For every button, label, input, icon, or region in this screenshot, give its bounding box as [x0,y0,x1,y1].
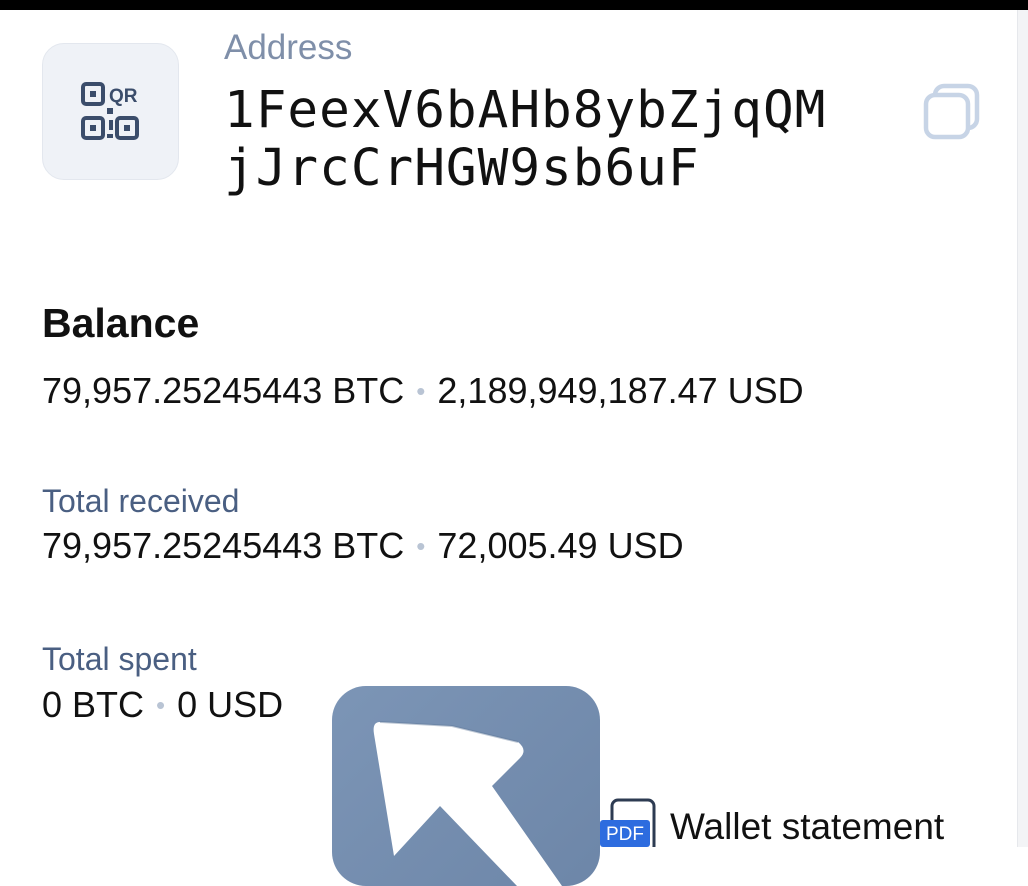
separator-dot: • [416,375,426,406]
total-received-values: 79,957.25245443 BTC • 72,005.49 USD [42,525,684,567]
scrollbar-track[interactable] [1017,10,1028,847]
balance-usd: 2,189,949,187.47 USD [437,370,804,411]
svg-text:QR: QR [109,86,138,107]
balance-title: Balance [42,300,200,346]
separator-dot: • [156,689,166,720]
qr-code-icon: QR [80,81,139,140]
address-line-2: jJrcCrHGW9sb6uF [224,139,700,198]
address-line-1: 1FeexV6bAHb8ybZjqQM [224,81,827,140]
separator-dot: • [416,530,426,561]
send-arrow-card[interactable] [332,686,600,886]
pdf-file-icon[interactable]: PDF [600,798,658,847]
top-bar [0,0,1028,10]
spent-btc: 0 BTC [42,684,145,725]
balance-btc: 79,957.25245443 BTC [42,370,405,411]
wallet-statement-link[interactable]: Wallet statement [670,806,944,848]
balance-values: 79,957.25245443 BTC • 2,189,949,187.47 USD [42,370,804,412]
received-usd: 72,005.49 USD [437,525,684,566]
qr-code-button[interactable]: QR [42,43,179,180]
total-spent-label: Total spent [42,641,197,677]
spent-usd: 0 USD [177,684,284,725]
total-received-label: Total received [42,483,240,519]
address-value[interactable]: 1FeexV6bAHb8ybZjqQM jJrcCrHGW9sb6uF [224,82,904,198]
total-spent-values: 0 BTC • 0 USD [42,684,283,726]
arrow-icon [373,721,562,886]
address-label: Address [224,28,353,67]
received-btc: 79,957.25245443 BTC [42,525,405,566]
pdf-badge: PDF [606,824,644,845]
copy-icon[interactable] [922,82,982,142]
